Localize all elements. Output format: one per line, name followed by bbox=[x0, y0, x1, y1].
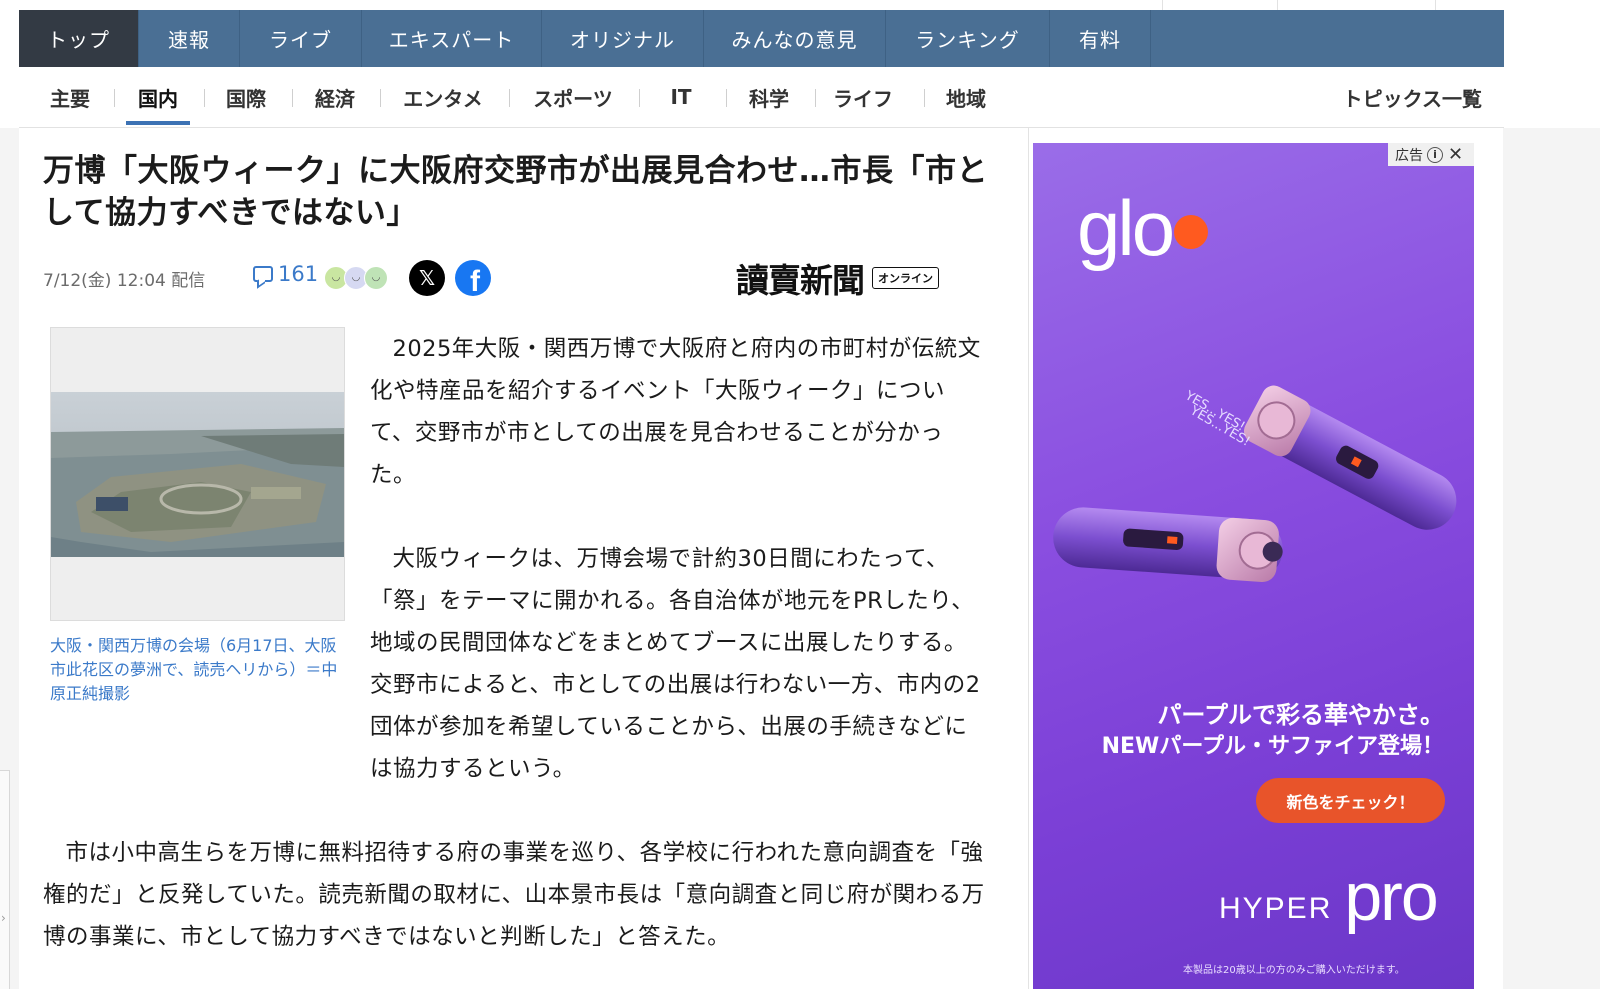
info-icon[interactable]: i bbox=[1427, 146, 1443, 163]
category-entertainment[interactable]: エンタメ bbox=[392, 67, 494, 127]
category-international[interactable]: 国際 bbox=[215, 67, 277, 127]
category-region[interactable]: 地域 bbox=[934, 67, 998, 127]
ad-footnote: 本製品は20歳以上の方のみご購入いただけます。 bbox=[1183, 965, 1405, 976]
category-divider bbox=[292, 89, 293, 107]
share-x-icon[interactable]: 𝕏 bbox=[409, 260, 445, 296]
category-main[interactable]: 主要 bbox=[37, 67, 103, 127]
category-domestic[interactable]: 国内 bbox=[126, 67, 190, 127]
glo-logo: glo bbox=[1077, 183, 1209, 274]
category-it[interactable]: IT bbox=[651, 67, 711, 127]
category-divider bbox=[815, 89, 816, 107]
reaction-faces[interactable]: ◡ ◡ ◡ bbox=[324, 266, 388, 290]
ad-cta-button[interactable]: 新色をチェック！ bbox=[1256, 778, 1445, 823]
browser-top-strip bbox=[0, 0, 1600, 10]
publisher-name: 讀賣新聞 bbox=[736, 261, 865, 300]
comments-link[interactable]: 161 bbox=[253, 262, 318, 286]
chevron-right-icon: › bbox=[1, 911, 6, 925]
category-divider bbox=[726, 89, 727, 107]
brand-dot bbox=[1174, 214, 1209, 249]
category-divider bbox=[639, 89, 640, 107]
close-icon[interactable]: ✕ bbox=[1448, 144, 1463, 165]
category-divider bbox=[924, 89, 925, 107]
topics-list-link[interactable]: トピックス一覧 bbox=[1343, 67, 1482, 127]
ad-brand-name: glo bbox=[1077, 184, 1175, 272]
product-line-hyper: HYPER bbox=[1219, 892, 1333, 925]
article-meta: 7/12(金) 12:04 配信 161 ◡ ◡ ◡ 𝕏 f 讀賣新聞 オンライ… bbox=[43, 258, 1003, 300]
product-devices-graphic: YES...YES! YES...YES! bbox=[1053, 385, 1457, 583]
nav-tab-live[interactable]: ライブ bbox=[240, 10, 362, 67]
category-nav: 主要 国内 国際 経済 エンタメ スポーツ IT 科学 ライフ 地域 トピックス… bbox=[19, 67, 1504, 128]
strip-divider bbox=[1277, 0, 1278, 10]
nav-tab-expert[interactable]: エキスパート bbox=[362, 10, 542, 67]
ad-label: 広告 i ✕ bbox=[1388, 143, 1474, 166]
nav-tab-opinions[interactable]: みんなの意見 bbox=[704, 10, 886, 67]
nav-tab-ranking[interactable]: ランキング bbox=[886, 10, 1050, 67]
ad-headline: パープルで彩る華やかさ。 bbox=[1157, 701, 1444, 729]
comment-count: 161 bbox=[278, 262, 319, 286]
category-divider bbox=[114, 89, 115, 107]
article-headline: 万博「大阪ウィーク」に大阪府交野市が出展見合わせ…市長「市として協力すべきではな… bbox=[43, 153, 988, 231]
side-scroll-handle[interactable]: › bbox=[0, 770, 10, 989]
category-science[interactable]: 科学 bbox=[737, 67, 801, 127]
nav-tab-flash[interactable]: 速報 bbox=[139, 10, 240, 67]
nav-tab-original[interactable]: オリジナル bbox=[542, 10, 704, 67]
comment-icon bbox=[253, 266, 273, 282]
strip-divider bbox=[1162, 0, 1163, 10]
advertisement-banner[interactable]: glo YES...YES! YES...YES! パープルで彩る華やかさ。 N… bbox=[1033, 143, 1474, 989]
category-divider bbox=[204, 89, 205, 107]
category-divider bbox=[380, 89, 381, 107]
publish-date: 7/12(金) 12:04 配信 bbox=[43, 271, 206, 291]
ad-subheadline: NEWパープル・サファイア登場！ bbox=[1101, 734, 1444, 759]
article-body: 2025年大阪・関西万博で大阪府と府内の市町村が伝統文化や特産品を紹介するイベン… bbox=[43, 328, 988, 989]
nav-tab-paid[interactable]: 有料 bbox=[1050, 10, 1151, 67]
article-main: 万博「大阪ウィーク」に大阪府交野市が出展見合わせ…市長「市として協力すべきではな… bbox=[19, 128, 1029, 989]
strip-divider bbox=[1435, 0, 1436, 10]
nav-tab-top[interactable]: トップ bbox=[19, 10, 139, 67]
category-sports[interactable]: スポーツ bbox=[521, 67, 625, 127]
publisher-logo[interactable]: 讀賣新聞 オンライン bbox=[736, 258, 939, 300]
right-gutter bbox=[1503, 128, 1600, 989]
ad-label-text: 広告 bbox=[1395, 147, 1423, 164]
happy-face-icon: ◡ bbox=[364, 266, 388, 290]
photo-float-spacer bbox=[43, 328, 370, 828]
primary-nav: トップ 速報 ライブ エキスパート オリジナル みんなの意見 ランキング 有料 bbox=[19, 10, 1504, 67]
publisher-badge: オンライン bbox=[872, 267, 939, 289]
share-facebook-icon[interactable]: f bbox=[455, 260, 491, 296]
hyper-pro-logo: HYPER pro bbox=[1219, 858, 1439, 936]
product-line-pro: pro bbox=[1344, 859, 1438, 935]
category-economy[interactable]: 経済 bbox=[304, 67, 366, 127]
category-life[interactable]: ライフ bbox=[827, 67, 899, 127]
article-paragraph: 市は小中高生らを万博に無料招待する府の事業を巡り、各学校に行われた意向調査を「強… bbox=[43, 840, 985, 950]
category-divider bbox=[509, 89, 510, 107]
